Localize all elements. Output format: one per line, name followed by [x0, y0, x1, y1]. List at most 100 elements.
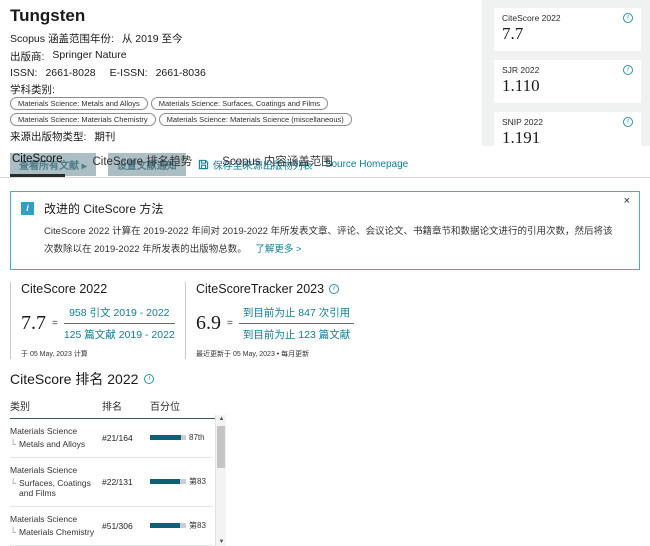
citescore-2022-value: 7.7 [21, 312, 46, 335]
info-icon[interactable]: i [623, 65, 633, 75]
issn-value: 2661-8028 [45, 67, 95, 79]
documents-link[interactable]: 125 篇文献 2019 - 2022 [64, 324, 175, 342]
sjr-metric-card: SJR 2022 1.110 i [494, 60, 641, 103]
coverage-value: 从 2019 至今 [122, 31, 183, 46]
subject-tag[interactable]: Materials Science: Surfaces, Coatings an… [151, 97, 328, 110]
coverage-label: Scopus 涵盖范围年份: [10, 31, 114, 46]
page-title: Tungsten [10, 6, 472, 26]
scrollbar-thumb[interactable] [217, 426, 225, 468]
tracker-value: 6.9 [196, 312, 221, 335]
row-field: Materials Science [10, 514, 102, 524]
header-section: Tungsten Scopus 涵盖范围年份: 从 2019 至今 出版商: S… [0, 0, 650, 146]
citescore-2022-block: CiteScore 2022 7.7 = 958 引文 2019 - 2022 … [10, 282, 182, 359]
table-scrollbar[interactable]: ▲ ▼ [215, 415, 226, 546]
row-subfield: Metals and Alloys [19, 439, 85, 449]
row-field: Materials Science [10, 426, 102, 436]
banner-body: CiteScore 2022 计算在 2019-2022 年间对 2019-20… [44, 223, 613, 259]
row-percentile: 第83 [189, 476, 206, 487]
scroll-down-icon[interactable]: ▼ [216, 539, 227, 545]
citations-link[interactable]: 958 引文 2019 - 2022 [64, 305, 175, 324]
rank-table-header: 类别 排名 百分位 [10, 398, 226, 419]
info-icon[interactable]: i [144, 374, 154, 384]
info-icon[interactable]: i [623, 117, 633, 127]
citescore-metric-label: CiteScore 2022 [502, 13, 561, 23]
sjr-metric-label: SJR 2022 [502, 65, 540, 75]
citescore-methodology-banner: i 改进的 CiteScore 方法 CiteScore 2022 计算在 20… [10, 191, 640, 270]
close-icon[interactable]: × [624, 196, 630, 207]
citescore-calculated-date: 于 05 May, 2023 计算 [21, 349, 182, 359]
tree-branch-icon: └ [10, 527, 16, 537]
percentile-bar-fill [150, 435, 181, 440]
citescore-metric-value: 7.7 [502, 24, 561, 44]
eissn-value: 2661-8036 [156, 67, 206, 79]
subject-tags: Materials Science: Metals and Alloys Mat… [10, 97, 430, 126]
learn-more-link[interactable]: 了解更多 > [255, 244, 301, 255]
snip-metric-value: 1.191 [502, 128, 543, 148]
tracker-documents-link[interactable]: 到目前为止 123 篇文献 [239, 324, 354, 342]
column-category: 类别 [10, 398, 102, 413]
percentile-bar-fill [150, 479, 180, 484]
tree-branch-icon: └ [10, 478, 16, 498]
percentile-bar [150, 435, 186, 440]
source-type-line: 来源出版物类型: 期刊 [10, 129, 472, 144]
snip-metric-card: SNIP 2022 1.191 i [494, 112, 641, 155]
info-icon[interactable]: i [623, 13, 633, 23]
subject-tag[interactable]: Materials Science: Materials Science (mi… [159, 113, 352, 126]
subject-tag[interactable]: Materials Science: Materials Chemistry [10, 113, 156, 126]
source-type-label: 来源出版物类型: [10, 129, 86, 144]
row-subfield: Materials Chemistry [19, 527, 94, 537]
row-percentile: 87th [189, 433, 205, 442]
scroll-up-icon[interactable]: ▲ [216, 416, 227, 422]
publisher-label: 出版商: [10, 49, 44, 64]
tree-branch-icon: └ [10, 439, 16, 449]
tab-citescore-rank-trend[interactable]: CiteScore 排名趋势 [91, 146, 195, 177]
metrics-panel: CiteScore 2022 7.7 i SJR 2022 1.110 i SN… [482, 0, 650, 146]
subject-label: 学科类别: [10, 82, 55, 97]
save-icon [198, 159, 209, 170]
coverage-line: Scopus 涵盖范围年份: 从 2019 至今 [10, 31, 472, 46]
tracker-updated-date: 最近更新于 05 May, 2023 • 每月更新 [196, 349, 354, 359]
caret-icon: ▸ [82, 161, 87, 172]
eissn-label: E-ISSN: [110, 67, 148, 79]
rank-table: 类别 排名 百分位 Materials Science └ Metals and… [10, 398, 226, 546]
citescore-tracker-block: CiteScoreTracker 2023 i 6.9 = 到目前为止 847 … [185, 282, 354, 359]
percentile-bar [150, 479, 186, 484]
tracker-citations-link[interactable]: 到目前为止 847 次引用 [239, 305, 354, 324]
percentile-bar [150, 523, 186, 528]
info-square-icon: i [21, 202, 34, 215]
subject-line: 学科类别: Materials Science: Metals and Allo… [10, 82, 472, 126]
issn-label: ISSN: [10, 67, 37, 79]
tracker-title: CiteScoreTracker 2023 [196, 282, 324, 296]
column-rank: 排名 [102, 398, 150, 413]
banner-body-text: CiteScore 2022 计算在 2019-2022 年间对 2019-20… [44, 226, 613, 255]
citescore-blocks: CiteScore 2022 7.7 = 958 引文 2019 - 2022 … [10, 282, 640, 359]
info-icon[interactable]: i [329, 284, 339, 294]
percentile-bar-fill [150, 523, 180, 528]
snip-metric-label: SNIP 2022 [502, 117, 543, 127]
row-percentile: 第83 [189, 520, 206, 531]
subject-tag[interactable]: Materials Science: Metals and Alloys [10, 97, 148, 110]
sjr-metric-value: 1.110 [502, 76, 540, 96]
publisher-line: 出版商: Springer Nature [10, 49, 472, 64]
row-field: Materials Science [10, 465, 102, 475]
table-row: Materials Science └ Surfaces, Coatings a… [10, 458, 212, 507]
row-rank: #22/131 [102, 477, 150, 487]
banner-title: 改进的 CiteScore 方法 [44, 200, 163, 217]
tab-scopus-content-coverage[interactable]: Scopus 内容涵盖范围 [220, 146, 335, 177]
source-type-value: 期刊 [94, 129, 115, 144]
publisher-value: Springer Nature [52, 49, 126, 61]
source-homepage-link[interactable]: Source Homepage [325, 159, 408, 170]
source-homepage-label: Source Homepage [325, 159, 408, 170]
rank-section-title: CiteScore 排名 2022 [10, 369, 138, 389]
column-percentile: 百分位 [150, 398, 212, 413]
citescore-rank-section: CiteScore 排名 2022 i 类别 排名 百分位 Materials … [10, 369, 640, 546]
equals-sign: = [52, 318, 58, 329]
row-rank: #21/164 [102, 433, 150, 443]
table-row: Materials Science └ Materials Chemistry … [10, 507, 212, 546]
tab-citescore[interactable]: CiteScore [10, 146, 65, 177]
issn-line: ISSN: 2661-8028 E-ISSN: 2661-8036 [10, 67, 472, 79]
row-subfield: Surfaces, Coatings and Films [19, 478, 102, 498]
row-rank: #51/306 [102, 521, 150, 531]
equals-sign: = [227, 318, 233, 329]
citescore-2022-title: CiteScore 2022 [21, 282, 182, 296]
